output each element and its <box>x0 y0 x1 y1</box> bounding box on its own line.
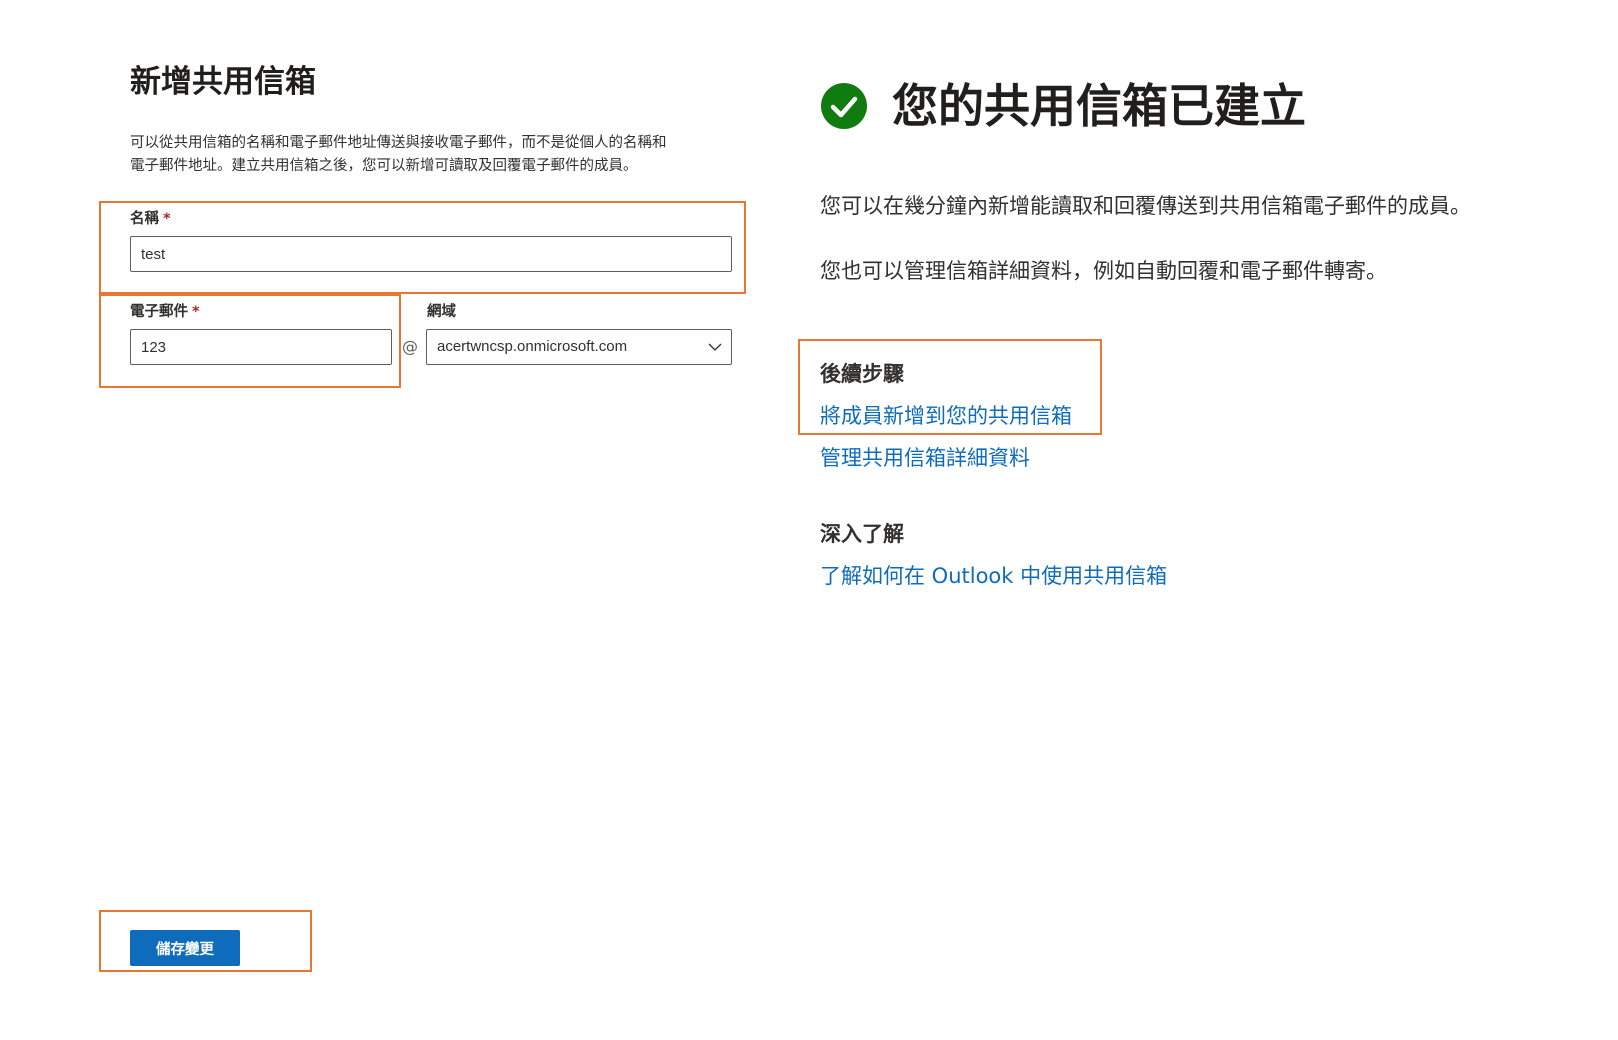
save-button[interactable]: 儲存變更 <box>130 930 240 966</box>
domain-select[interactable]: acertwncsp.onmicrosoft.com <box>426 329 732 365</box>
email-label-text: 電子郵件 <box>130 304 188 320</box>
confirmation-title: 您的共用信箱已建立 <box>892 79 1306 133</box>
name-input[interactable] <box>130 236 732 272</box>
email-label: 電子郵件 * <box>130 300 200 321</box>
at-sign: @ <box>402 337 418 356</box>
learn-more-heading: 深入了解 <box>820 522 904 546</box>
chevron-down-icon <box>708 343 722 351</box>
domain-select-value: acertwncsp.onmicrosoft.com <box>437 338 628 355</box>
confirmation-paragraph-2: 您也可以管理信箱詳細資料，例如自動回覆和電子郵件轉寄。 <box>820 259 1387 283</box>
page: 新增共用信箱 可以從共用信箱的名稱和電子郵件地址傳送與接收電子郵件，而不是從個人… <box>0 0 1618 1040</box>
check-circle-icon <box>821 83 867 129</box>
name-label-text: 名稱 <box>130 211 159 227</box>
domain-label: 網域 <box>427 304 456 320</box>
form-description: 可以從共用信箱的名稱和電子郵件地址傳送與接收電子郵件，而不是從個人的名稱和 電子… <box>130 132 730 178</box>
add-members-link[interactable]: 將成員新增到您的共用信箱 <box>820 400 1072 430</box>
name-label: 名稱 * <box>130 207 171 228</box>
learn-outlook-link[interactable]: 了解如何在 Outlook 中使用共用信箱 <box>820 560 1167 590</box>
email-input[interactable] <box>130 329 392 365</box>
form-title: 新增共用信箱 <box>130 64 316 100</box>
next-steps-heading: 後續步驟 <box>820 362 904 386</box>
email-required-mark: * <box>192 304 200 320</box>
form-description-line1: 可以從共用信箱的名稱和電子郵件地址傳送與接收電子郵件，而不是從個人的名稱和 <box>130 135 667 151</box>
name-required-mark: * <box>163 211 171 227</box>
confirmation-paragraph-1: 您可以在幾分鐘內新增能讀取和回覆傳送到共用信箱電子郵件的成員。 <box>820 194 1471 218</box>
manage-details-link[interactable]: 管理共用信箱詳細資料 <box>820 442 1030 472</box>
form-description-line2: 電子郵件地址。建立共用信箱之後，您可以新增可讀取及回覆電子郵件的成員。 <box>130 158 638 174</box>
